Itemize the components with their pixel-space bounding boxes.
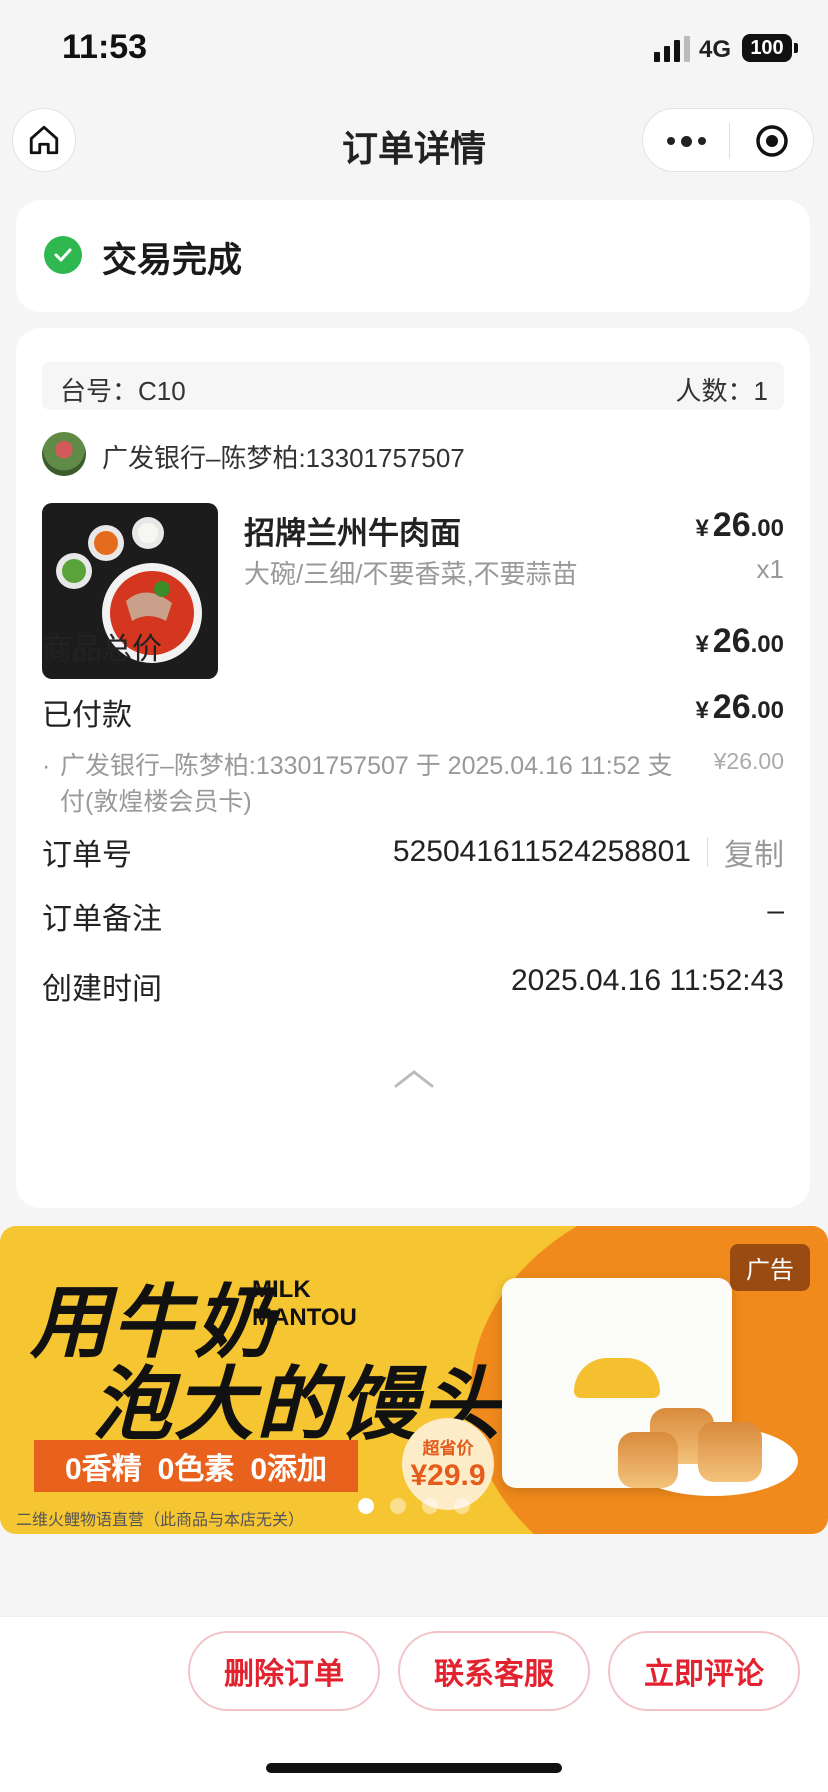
product-spec: 大碗/三细/不要香菜,不要蒜苗 [244,559,578,589]
bread-image [618,1432,678,1488]
carousel-dot[interactable] [358,1498,374,1514]
copy-divider [707,837,708,867]
carousel-indicator [358,1498,470,1514]
order-number: 525041611524258801 [392,835,691,868]
bread-image [698,1422,762,1482]
signal-icon [654,36,690,62]
created-label: 创建时间 [42,973,162,1006]
remark-value: – [767,894,784,927]
carousel-dot[interactable] [454,1498,470,1514]
payment-detail: 广发银行–陈梦柏:13301757507 于 2025.04.16 11:52 … [42,748,692,820]
nav-bar: 订单详情 [0,106,828,176]
ad-price-badge: 超省价 ¥29.9 [402,1418,494,1510]
more-button[interactable] [643,109,729,173]
people-count: 人数：1 [675,376,768,406]
paid-label: 已付款 [42,699,132,732]
target-icon [756,125,788,157]
payment-detail-amount: ¥26.00 [713,748,784,774]
status-bar: 11:53 4G 100 [0,0,828,100]
network-type: 4G [699,36,732,63]
mini-program-capsule [642,108,814,172]
bottom-action-bar: 删除订单 联系客服 立即评论 [0,1616,828,1792]
table-number: 台号：C10 [60,376,186,406]
carousel-dot[interactable] [390,1498,406,1514]
ad-banner[interactable]: 广告 用牛奶 泡大的馒头 MILK MANTOU 0香精 0色素 0添加 二维火鲤物语… [0,1226,828,1534]
table-info: 台号：C10 人数：1 [42,362,784,410]
battery-icon: 100 [742,34,798,62]
contact-service-button[interactable]: 联系客服 [398,1631,590,1711]
total-price: ¥26.00 [695,622,784,660]
ad-footer: 二维火鲤物语直营（此商品与本店无关） [16,1512,305,1529]
remark-label: 订单备注 [42,903,162,936]
order-status-card: 交易完成 [16,200,810,312]
created-time: 2025.04.16 11:52:43 [510,964,784,997]
close-button[interactable] [729,109,815,173]
home-indicator [266,1763,562,1773]
order-detail-card: 台号：C10 人数：1 广发银行–陈梦柏:13301757507 招牌兰州牛肉面… [16,328,810,1208]
copy-button[interactable]: 复制 [724,830,784,874]
ad-badge: 广告 [730,1244,810,1291]
more-icon [666,137,675,145]
total-label: 商品总价 [42,633,162,666]
collapse-icon[interactable] [394,1066,434,1090]
order-status-text: 交易完成 [102,241,243,280]
carousel-dot[interactable] [422,1498,438,1514]
ad-english-title: MILK MANTOU [252,1276,357,1331]
ad-tags: 0香精 0色素 0添加 [34,1440,358,1492]
paid-amount: ¥26.00 [695,688,784,726]
product-name: 招牌兰州牛肉面 [244,516,461,551]
order-number-row: 525041611524258801 复制 [393,830,784,874]
avatar [42,432,86,476]
product-price: ¥26.00 [695,506,784,544]
review-button[interactable]: 立即评论 [608,1631,800,1711]
check-icon [44,236,82,274]
product-quantity: x1 [756,554,784,584]
delete-order-button[interactable]: 删除订单 [188,1631,380,1711]
status-time: 11:53 [62,28,148,66]
order-number-label: 订单号 [42,839,132,872]
payer-name: 广发银行–陈梦柏:13301757507 [102,443,465,473]
